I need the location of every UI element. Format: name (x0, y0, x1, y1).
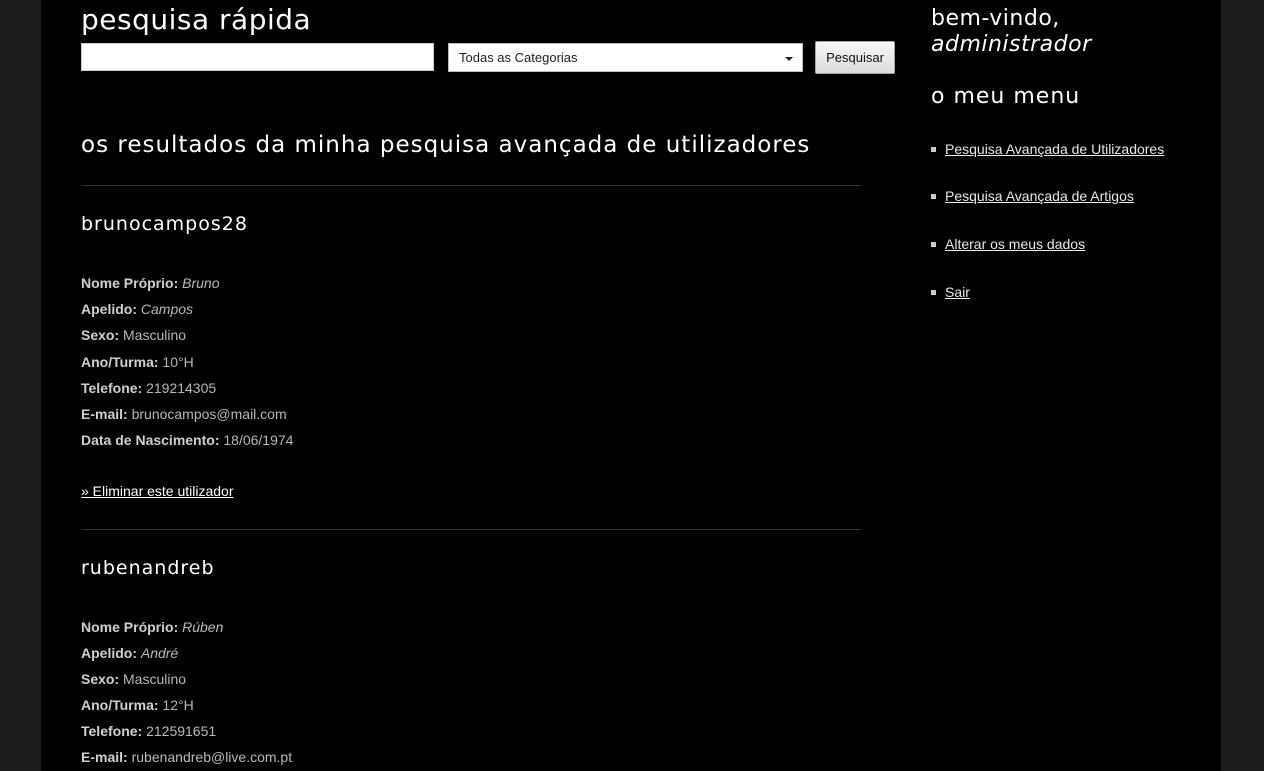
field-class: Ano/Turma: 12°H (81, 696, 194, 714)
welcome-username: administrador (931, 32, 1092, 57)
field-value: rubenandreb@live.com.pt (131, 749, 293, 765)
field-label: Sexo: (81, 671, 120, 687)
menu-item-logout[interactable]: Sair (931, 283, 970, 301)
chevron-down-icon (785, 57, 793, 61)
field-value: 219214305 (146, 380, 217, 396)
bullet-icon (931, 146, 936, 152)
welcome-text: bem-vindo, (931, 6, 1060, 31)
field-last-name: Apelido: Campos (81, 300, 193, 318)
field-label: Sexo: (81, 327, 120, 343)
field-first-name: Nome Próprio: Rúben (81, 618, 223, 636)
field-sex: Sexo: Masculino (81, 670, 186, 688)
field-value: 212591651 (146, 723, 217, 739)
field-value: Campos (140, 301, 194, 317)
field-value: Bruno (182, 275, 220, 291)
divider (81, 529, 861, 530)
field-label: Ano/Turma: (81, 697, 159, 713)
menu-item-edit-my-data[interactable]: Alterar os meus dados (931, 235, 1085, 253)
field-phone: Telefone: 212591651 (81, 722, 216, 740)
field-label: Nome Próprio: (81, 275, 179, 291)
field-email: E-mail: brunocampos@mail.com (81, 405, 287, 423)
field-value: 10°H (162, 354, 194, 370)
field-value: Rúben (182, 619, 224, 635)
category-select-value: Todas as Categorias (459, 50, 578, 65)
field-value: 18/06/1974 (223, 432, 294, 448)
field-value: Masculino (123, 671, 187, 687)
field-value: André (140, 645, 179, 661)
delete-user-link[interactable]: » Eliminar este utilizador (81, 483, 234, 499)
search-button[interactable]: Pesquisar (815, 41, 895, 74)
field-label: E-mail: (81, 406, 128, 422)
field-label: Telefone: (81, 380, 143, 396)
field-label: Ano/Turma: (81, 354, 159, 370)
field-value: brunocampos@mail.com (131, 406, 287, 422)
field-label: Data de Nascimento: (81, 432, 220, 448)
bullet-icon (931, 289, 936, 295)
field-email: E-mail: rubenandreb@live.com.pt (81, 748, 292, 766)
field-first-name: Nome Próprio: Bruno (81, 274, 219, 292)
field-last-name: Apelido: André (81, 644, 178, 662)
field-sex: Sexo: Masculino (81, 326, 186, 344)
bullet-icon (931, 193, 936, 199)
field-value: Masculino (123, 327, 187, 343)
field-label: E-mail: (81, 749, 128, 765)
menu-item-label[interactable]: Alterar os meus dados (945, 236, 1085, 252)
menu-item-label[interactable]: Pesquisa Avançada de Utilizadores (945, 141, 1164, 157)
quick-search-title: pesquisa rápida (81, 3, 312, 36)
user-username: brunocampos28 (81, 213, 248, 235)
category-select[interactable]: Todas as Categorias (448, 43, 803, 72)
field-birth-date: Data de Nascimento: 18/06/1974 (81, 431, 293, 449)
quick-search-input[interactable] (81, 43, 434, 71)
page-container: pesquisa rápida Todas as Categorias Pesq… (41, 0, 1221, 771)
divider (81, 185, 861, 186)
menu-item-advanced-article-search[interactable]: Pesquisa Avançada de Artigos (931, 187, 1134, 205)
field-label: Nome Próprio: (81, 619, 179, 635)
user-username: rubenandreb (81, 557, 215, 579)
field-label: Telefone: (81, 723, 143, 739)
field-label: Apelido: (81, 301, 137, 317)
menu-item-label[interactable]: Pesquisa Avançada de Artigos (945, 188, 1134, 204)
field-class: Ano/Turma: 10°H (81, 353, 194, 371)
field-label: Apelido: (81, 645, 137, 661)
results-title: os resultados da minha pesquisa avançada… (81, 132, 811, 158)
menu-item-advanced-user-search[interactable]: Pesquisa Avançada de Utilizadores (931, 140, 1164, 158)
bullet-icon (931, 241, 936, 247)
field-value: 12°H (162, 697, 194, 713)
field-phone: Telefone: 219214305 (81, 379, 216, 397)
menu-item-label[interactable]: Sair (945, 284, 970, 300)
menu-title: o meu menu (931, 84, 1081, 109)
